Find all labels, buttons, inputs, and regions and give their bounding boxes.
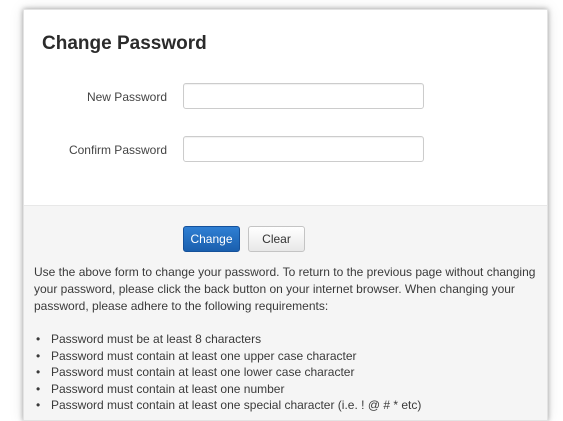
new-password-row: New Password xyxy=(24,83,547,113)
new-password-label: New Password xyxy=(86,90,167,104)
requirement-item: • Password must contain at least one lowe… xyxy=(36,364,536,381)
requirement-text: Password must contain at least one upper… xyxy=(51,348,357,363)
requirement-text: Password must be at least 8 characters xyxy=(51,332,262,346)
requirement-text: Password must contain at least one numbe… xyxy=(51,381,285,396)
clear-button[interactable]: Clear xyxy=(248,226,305,252)
requirement-item: • Password must be at least 8 characters xyxy=(36,331,536,348)
change-password-panel: Change Password New Password Confirm Pas… xyxy=(23,9,548,421)
requirements-list: • Password must be at least 8 characters … xyxy=(36,331,536,414)
bullet-icon: • xyxy=(36,365,41,379)
requirement-text: Password must contain at least one speci… xyxy=(51,398,422,412)
requirement-item: • Password must contain at least one numb… xyxy=(36,381,536,398)
requirement-item: • Password must contain at least one uppe… xyxy=(36,348,536,365)
bullet-icon: • xyxy=(36,381,41,396)
change-button[interactable]: Change xyxy=(183,226,240,252)
page-title: Change Password xyxy=(42,33,207,54)
instructions-text: Use the above form to change your passwo… xyxy=(34,265,536,313)
requirement-item: • Password must contain at least one spec… xyxy=(36,397,536,414)
confirm-password-row: Confirm Password xyxy=(24,136,547,166)
requirement-text: Password must contain at least one lower… xyxy=(51,365,355,379)
confirm-password-label: Confirm Password xyxy=(68,143,167,157)
confirm-password-input[interactable] xyxy=(183,136,424,162)
bullet-icon: • xyxy=(36,332,41,346)
form-actions-area: Change Clear Use the above form to chang… xyxy=(24,205,547,420)
bullet-icon: • xyxy=(36,348,41,363)
bullet-icon: • xyxy=(36,398,41,412)
new-password-input[interactable] xyxy=(183,83,424,109)
